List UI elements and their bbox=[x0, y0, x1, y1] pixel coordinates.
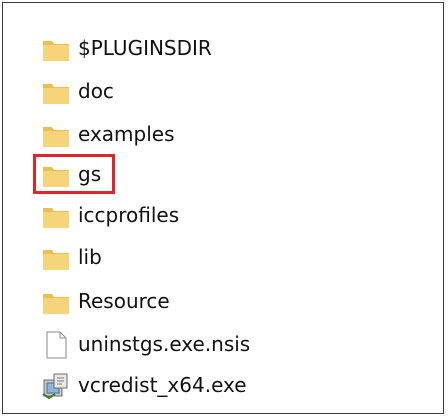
file-list: $PLUGINSDIR doc examples gs iccprofiles … bbox=[3, 3, 443, 413]
folder-icon bbox=[41, 78, 71, 106]
file-name: uninstgs.exe.nsis bbox=[78, 332, 251, 356]
list-item-iccprofiles[interactable]: iccprofiles bbox=[3, 196, 443, 236]
file-name: examples bbox=[78, 122, 175, 146]
folder-icon bbox=[41, 244, 71, 272]
folder-icon bbox=[41, 35, 71, 63]
folder-icon bbox=[41, 288, 71, 316]
file-name: $PLUGINSDIR bbox=[78, 36, 212, 60]
folder-icon bbox=[41, 121, 71, 149]
list-item-examples[interactable]: examples bbox=[3, 115, 443, 155]
list-item-resource[interactable]: Resource bbox=[3, 282, 443, 322]
list-item-uninstgs-nsis[interactable]: uninstgs.exe.nsis bbox=[3, 325, 443, 365]
file-explorer-panel: $PLUGINSDIR doc examples gs iccprofiles … bbox=[2, 2, 444, 414]
list-item-lib[interactable]: lib bbox=[3, 238, 443, 278]
file-name: doc bbox=[78, 79, 114, 103]
highlight-box bbox=[33, 154, 115, 194]
list-item-doc[interactable]: doc bbox=[3, 72, 443, 112]
folder-icon bbox=[41, 202, 71, 230]
list-item-pluginsdir[interactable]: $PLUGINSDIR bbox=[3, 29, 443, 69]
list-item-vcredist-exe[interactable]: vcredist_x64.exe bbox=[3, 366, 443, 406]
file-name: vcredist_x64.exe bbox=[78, 373, 247, 397]
file-name: Resource bbox=[78, 289, 170, 313]
installer-icon bbox=[41, 372, 71, 400]
file-name: iccprofiles bbox=[78, 203, 180, 227]
file-name: lib bbox=[78, 245, 102, 269]
file-icon bbox=[41, 331, 71, 359]
